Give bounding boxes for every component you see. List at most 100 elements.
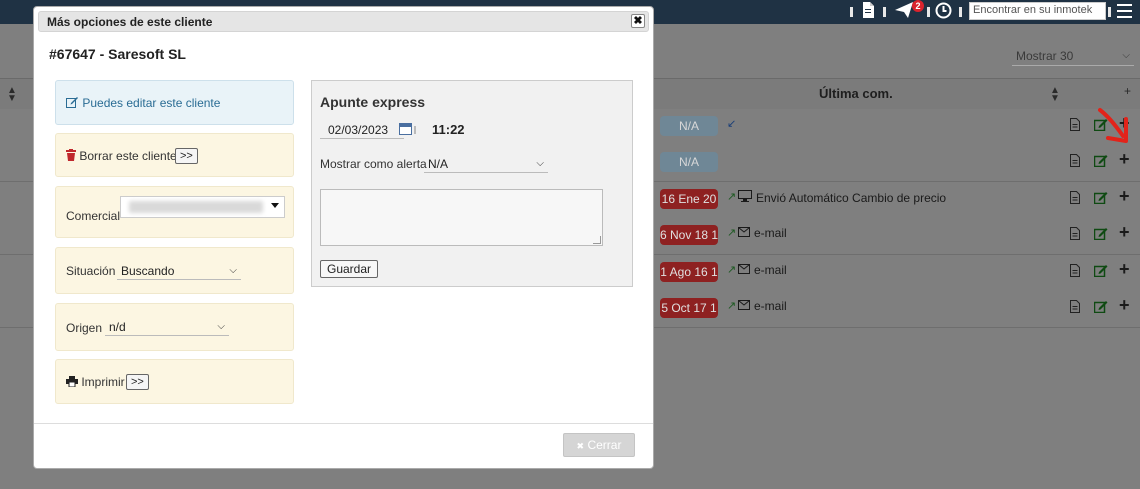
save-button[interactable]: Guardar [320,260,379,278]
divider [414,126,416,134]
client-options-modal: Más opciones de este cliente ✖ #67647 - … [33,6,654,469]
situacion-label: Situación [66,264,116,278]
chevron-down-icon: ⌵ [1122,50,1130,61]
edit-icon[interactable] [1093,264,1108,279]
document-icon[interactable] [1070,227,1080,242]
hamburger-menu-icon[interactable] [1117,4,1132,18]
comercial-value-blurred [129,201,263,213]
print-text: Imprimir [66,375,125,389]
sort-icon[interactable]: ▲ ▼ [1050,86,1060,104]
edit-client-link[interactable]: Puedes editar este cliente [66,96,220,110]
last-comm-message: e-mail [738,299,787,313]
monitor-icon [738,190,752,205]
modal-title: Más opciones de este cliente [47,15,213,29]
separator [883,7,886,17]
chevron-down-icon: ⌵ [217,321,225,332]
separator [850,7,853,17]
last-comm-message: e-mail [738,226,787,240]
alert-value: N/A [428,157,449,171]
document-icon[interactable] [1070,154,1080,169]
separator [959,7,962,17]
sort-icon[interactable]: ▲ ▼ [7,86,17,104]
envelope-icon [738,226,750,240]
modal-title-bar: Más opciones de este cliente ✖ [38,11,649,32]
last-comm-message: e-mail [738,263,787,277]
plus-icon[interactable]: + [1119,150,1130,168]
origen-label: Origen [66,321,103,335]
delete-client-text: Borrar este cliente [66,149,177,163]
resize-handle-icon[interactable] [593,236,601,244]
close-x-icon: ✖ [576,441,585,451]
last-comm-text: e-mail [754,263,787,277]
close-icon[interactable]: ✖ [631,14,645,28]
edit-icon[interactable] [1093,227,1108,242]
date-badge: N/A [660,152,718,172]
search-input[interactable]: Encontrar en su inmotek [969,2,1106,20]
document-icon[interactable] [1070,264,1080,279]
edit-icon[interactable] [1093,154,1108,169]
envelope-icon [738,263,750,277]
note-textarea[interactable] [320,189,603,246]
print-label: Imprimir [81,375,125,389]
last-comm-message: Envió Automático Cambio de precio [738,190,946,205]
situacion-value: Buscando [121,264,175,278]
document-icon[interactable] [1070,191,1080,206]
time-value[interactable]: 11:22 [432,122,465,137]
plus-icon[interactable]: + [1119,260,1130,278]
last-comm-text: e-mail [754,226,787,240]
origen-select[interactable]: n/d ⌵ [105,318,229,336]
client-name: #67647 - Saresoft SL [49,46,186,62]
alert-select[interactable]: N/A ⌵ [424,155,548,173]
date-badge: 1 Ago 16 1 [660,262,718,282]
plus-icon[interactable]: + [1119,223,1130,241]
date-input[interactable]: 02/03/2023 [320,121,412,139]
last-comm-text: e-mail [754,299,787,313]
clock-icon[interactable] [935,2,952,25]
comercial-select[interactable] [120,196,285,218]
separator [1108,7,1111,17]
separator [927,7,930,17]
close-button[interactable]: ✖ Cerrar [563,433,635,457]
comercial-label: Comercial [66,209,121,223]
red-arrow-annotation [1098,108,1128,143]
envelope-icon [738,299,750,313]
date-badge: 6 Nov 18 1 [660,225,718,245]
plus-icon[interactable]: + [1119,187,1130,205]
edit-client-label: Puedes editar este cliente [82,96,221,110]
notification-badge: 2 [912,0,924,12]
date-badge: N/A [660,116,718,136]
alert-label: Mostrar como alerta [320,157,427,171]
print-panel: Imprimir >> [55,359,294,404]
document-icon[interactable] [1070,118,1080,133]
plus-icon[interactable]: + [1119,296,1130,314]
print-button[interactable]: >> [126,374,149,390]
date-value: 02/03/2023 [328,123,389,137]
arrow-up-right-icon: ↗ [727,191,737,203]
situacion-select[interactable]: Buscando ⌵ [117,262,241,280]
paper-plane-icon[interactable] [895,2,913,24]
delete-client-panel: Borrar este cliente >> [55,133,294,177]
origen-value: n/d [109,320,126,334]
last-comm-text: Envió Automático Cambio de precio [756,191,947,205]
date-badge: 16 Ene 20 [660,189,718,209]
printer-icon [66,376,78,388]
edit-icon[interactable] [1093,191,1108,206]
edit-client-panel[interactable]: Puedes editar este cliente [55,80,294,125]
show-count-select[interactable]: Mostrar 30 ⌵ [1012,46,1134,66]
arrow-down-left-icon: ↙ [727,118,737,130]
document-icon[interactable] [862,2,874,24]
column-header-last-comm[interactable]: Última com. [819,86,893,101]
date-badge: 5 Oct 17 1 [660,298,718,318]
calendar-icon[interactable] [399,123,412,135]
situacion-panel: Situación Buscando ⌵ [55,247,294,294]
origen-panel: Origen n/d ⌵ [55,303,294,351]
chevron-down-icon: ⌵ [536,158,544,169]
delete-client-button[interactable]: >> [175,148,198,164]
footer-divider [34,423,653,424]
document-icon[interactable] [1070,300,1080,315]
arrow-up-right-icon: ↗ [727,264,737,276]
show-count-value: Mostrar 30 [1016,49,1074,63]
edit-icon[interactable] [1093,300,1108,315]
close-button-label: Cerrar [587,438,622,452]
add-column-icon[interactable]: + [1124,85,1131,97]
